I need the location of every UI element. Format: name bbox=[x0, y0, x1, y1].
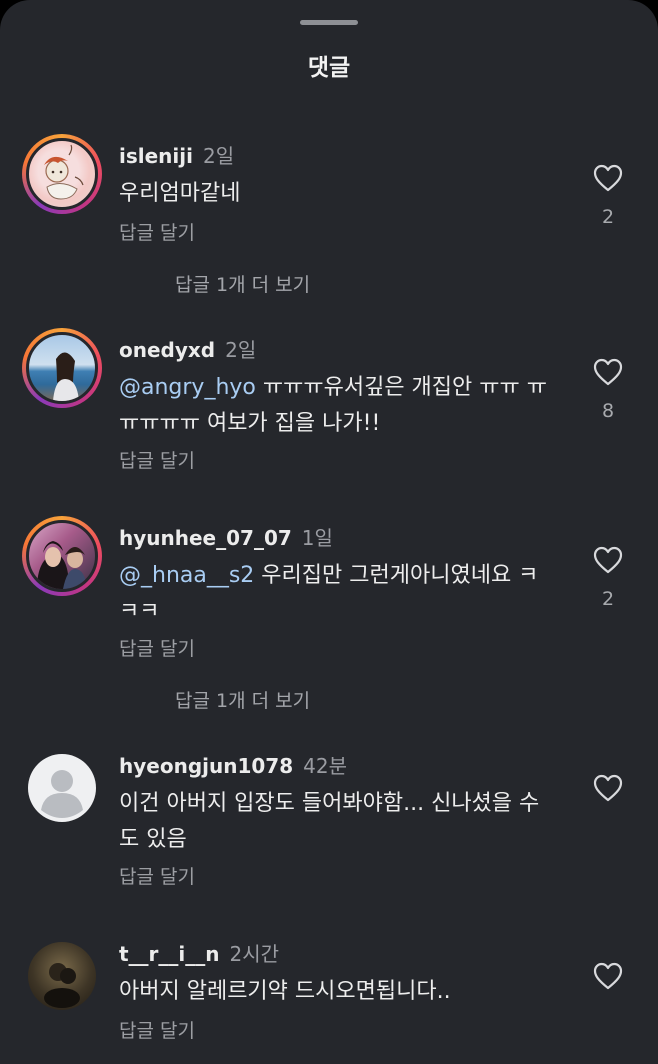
username[interactable]: t__r__i__n bbox=[119, 942, 220, 966]
view-more-replies[interactable]: 답글 1개 더 보기 bbox=[175, 270, 310, 297]
mention-link[interactable]: @angry_hyo bbox=[119, 375, 256, 400]
comment-time: 2일 bbox=[202, 144, 235, 168]
avatar-photo-icon bbox=[44, 963, 80, 1008]
like-button[interactable]: 8 bbox=[590, 358, 626, 422]
comment-meta: hyeongjun1078 42분 bbox=[119, 750, 347, 779]
comment-time: 2시간 bbox=[229, 942, 280, 966]
like-button[interactable]: 2 bbox=[590, 546, 626, 610]
like-button[interactable]: 2 bbox=[590, 164, 626, 228]
avatar[interactable] bbox=[28, 942, 96, 1010]
like-count: 2 bbox=[601, 588, 615, 610]
comment-text: 우리엄마같네 bbox=[119, 176, 549, 212]
avatar[interactable] bbox=[22, 328, 102, 408]
comment-body: 아버지 알레르기약 드시오면됩니다.. bbox=[119, 979, 451, 1004]
mention-link[interactable]: @_hnaa__s2 bbox=[119, 563, 254, 588]
comment-time: 2일 bbox=[225, 338, 257, 362]
username[interactable]: hyunhee_07_07 bbox=[119, 526, 292, 550]
avatar[interactable] bbox=[22, 134, 102, 214]
comment-time: 1일 bbox=[301, 526, 333, 550]
like-button[interactable] bbox=[590, 962, 626, 1004]
comment-time: 42분 bbox=[303, 754, 347, 778]
comment-text: 이건 아버지 입장도 들어봐야함... 신나셨을 수도 있음 bbox=[119, 786, 549, 858]
comment-body: 이건 아버지 입장도 들어봐야함... 신나셨을 수도 있음 bbox=[119, 791, 540, 852]
heart-icon bbox=[593, 358, 623, 386]
reply-button[interactable]: 답글 달기 bbox=[119, 218, 195, 245]
heart-icon bbox=[593, 164, 623, 192]
comment-text: @_hnaa__s2 우리집만 그런게아니였네요 ㅋㅋㅋ bbox=[119, 558, 549, 630]
drag-handle[interactable] bbox=[300, 20, 358, 25]
like-count: 8 bbox=[601, 400, 615, 422]
sheet-title: 댓글 bbox=[307, 55, 351, 81]
heart-icon bbox=[593, 774, 623, 802]
default-user-icon bbox=[41, 770, 83, 818]
username[interactable]: hyeongjun1078 bbox=[119, 754, 293, 778]
avatar[interactable] bbox=[22, 516, 102, 596]
comment-text: @angry_hyo ㅠㅠㅠ유서깊은 개집안 ㅠㅠ ㅠㅠㅠㅠㅠ 여보가 집을 나… bbox=[119, 370, 549, 442]
reply-button[interactable]: 답글 달기 bbox=[119, 446, 195, 473]
view-more-replies[interactable]: 답글 1개 더 보기 bbox=[175, 686, 310, 713]
reply-button[interactable]: 답글 달기 bbox=[119, 862, 195, 889]
reply-button[interactable]: 답글 달기 bbox=[119, 1016, 195, 1043]
avatar[interactable] bbox=[28, 754, 96, 822]
avatar-photo-icon bbox=[37, 541, 87, 589]
like-button[interactable] bbox=[590, 774, 626, 816]
reply-button[interactable]: 답글 달기 bbox=[119, 634, 195, 661]
comment-body: 우리엄마같네 bbox=[119, 181, 241, 206]
username[interactable]: isleniji bbox=[119, 144, 193, 168]
username[interactable]: onedyxd bbox=[119, 338, 215, 362]
comment-meta: t__r__i__n 2시간 bbox=[119, 938, 279, 967]
comment-meta: hyunhee_07_07 1일 bbox=[119, 522, 333, 551]
comment-meta: isleniji 2일 bbox=[119, 140, 234, 169]
like-count: 2 bbox=[601, 206, 615, 228]
avatar-photo-icon bbox=[53, 352, 79, 401]
heart-icon bbox=[593, 546, 623, 574]
heart-icon bbox=[593, 962, 623, 990]
comment-text: 아버지 알레르기약 드시오면됩니다.. bbox=[119, 974, 549, 1010]
comment-meta: onedyxd 2일 bbox=[119, 334, 256, 363]
comments-sheet: 댓글 isleniji 2일 우리엄마같네 답글 달기 2 답글 1개 더 보기… bbox=[0, 0, 658, 1064]
avatar-drawing-icon bbox=[44, 144, 84, 200]
